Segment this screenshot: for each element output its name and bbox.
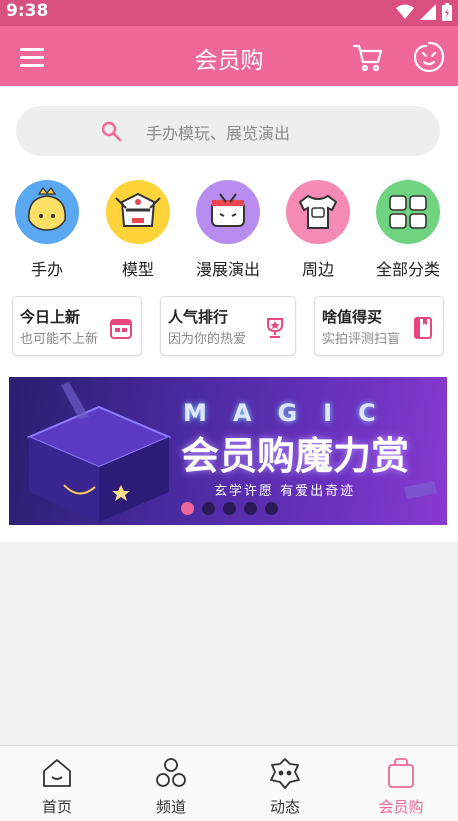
category-label: 周边 <box>301 260 334 279</box>
tab-home[interactable]: 首页 <box>0 756 114 817</box>
calendar-icon <box>110 319 132 339</box>
card-title: 啥值得买 <box>322 308 383 326</box>
robot-icon <box>106 180 170 244</box>
main-content: 手办模玩、展览演出 手办 模型 漫展演出 周边 全部分类 今日上新 也可能不上新 <box>0 86 458 542</box>
card-title: 今日上新 <box>20 308 81 326</box>
tab-label: 会员购 <box>378 798 424 816</box>
banner-headline-en: MAGIC <box>183 399 402 427</box>
status-icons <box>396 3 452 21</box>
tab-label: 动态 <box>269 798 300 816</box>
category-figures[interactable]: 手办 <box>3 180 91 280</box>
banner-tagline: 玄学许愿 有爱出奇迹 <box>214 484 356 499</box>
tshirt-icon <box>286 180 350 244</box>
banner-headline: 会员购魔力赏 <box>181 434 410 478</box>
carousel-indicator <box>181 502 278 515</box>
status-bar: 9:38 <box>0 0 458 26</box>
card-worth-buying[interactable]: 啥值得买 实拍评测扫盲 <box>314 296 444 356</box>
status-time: 9:38 <box>6 1 49 21</box>
carousel-dot[interactable] <box>202 502 215 515</box>
tab-channel[interactable]: 频道 <box>114 756 228 817</box>
card-subtitle: 因为你的热爱 <box>168 332 247 347</box>
tab-label: 首页 <box>41 798 72 816</box>
battery-icon <box>442 3 452 21</box>
tab-label: 频道 <box>155 798 186 816</box>
dynamic-icon <box>270 758 300 789</box>
carousel-dot[interactable] <box>223 502 236 515</box>
search-icon <box>101 121 122 142</box>
signal-icon <box>420 4 436 20</box>
category-label: 全部分类 <box>375 260 440 279</box>
search-placeholder: 手办模玩、展览演出 <box>146 124 291 143</box>
category-all[interactable]: 全部分类 <box>364 180 452 280</box>
card-subtitle: 实拍评测扫盲 <box>322 332 401 347</box>
card-popular-ranking[interactable]: 人气排行 因为你的热爱 <box>160 296 296 356</box>
bottom-tab-bar: 首页 频道 动态 会员购 <box>0 745 458 821</box>
cart-icon[interactable] <box>352 42 384 72</box>
promo-banner[interactable]: MAGIC 会员购魔力赏 玄学许愿 有爱出奇迹 <box>9 377 447 525</box>
card-title: 人气排行 <box>168 308 229 326</box>
card-new-today[interactable]: 今日上新 也可能不上新 <box>12 296 142 356</box>
carousel-dot[interactable] <box>265 502 278 515</box>
home-icon <box>43 759 71 787</box>
tab-dynamic[interactable]: 动态 <box>228 756 342 817</box>
app-bar: 会员购 <box>0 26 458 86</box>
category-label: 漫展演出 <box>195 260 260 279</box>
all-categories-icon <box>376 180 440 244</box>
category-models[interactable]: 模型 <box>94 180 182 280</box>
category-events[interactable]: 漫展演出 <box>184 180 272 280</box>
carousel-dot[interactable] <box>244 502 257 515</box>
category-label: 模型 <box>121 260 154 279</box>
figure-character-icon <box>15 180 79 244</box>
carousel-dot[interactable] <box>181 502 194 515</box>
card-subtitle: 也可能不上新 <box>20 332 99 347</box>
search-bar[interactable]: 手办模玩、展览演出 <box>16 106 440 156</box>
book-icon <box>414 317 432 339</box>
tab-member-shop[interactable]: 会员购 <box>344 756 458 817</box>
category-merch[interactable]: 周边 <box>274 180 362 280</box>
channel-icon <box>156 758 186 787</box>
shopping-bag-icon <box>388 758 414 788</box>
customer-service-icon[interactable] <box>412 40 446 74</box>
tv-mascot-icon <box>196 180 260 244</box>
wifi-icon <box>396 4 414 19</box>
trophy-icon <box>267 318 283 338</box>
category-label: 手办 <box>30 260 63 279</box>
page-title: 会员购 <box>194 48 264 74</box>
